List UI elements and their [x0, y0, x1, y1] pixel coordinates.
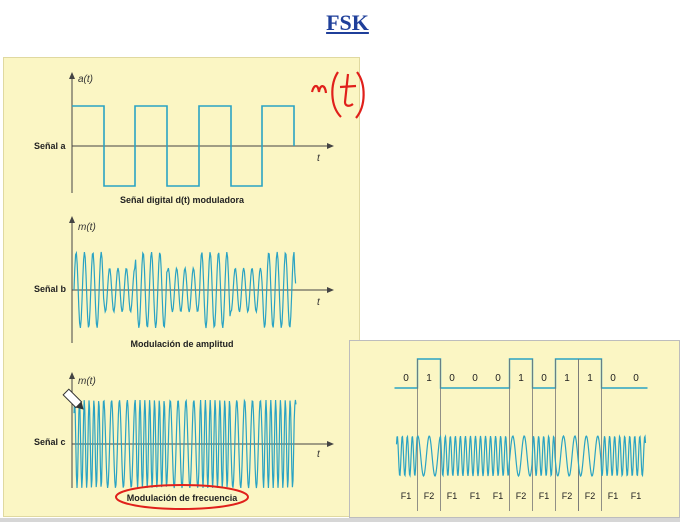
signal-c-x-label: t [317, 449, 321, 460]
frequency-label: F1 [631, 491, 642, 501]
frequency-label: F1 [539, 491, 550, 501]
signal-c-y-label: m(t) [78, 376, 96, 387]
signal-c-graph: m(t) t Señal c Modulación de frecuencia [34, 372, 334, 510]
bit-value: 0 [495, 373, 501, 384]
frequency-label: F1 [608, 491, 619, 501]
bit-value: 0 [633, 373, 639, 384]
modulation-figure: a(t) t Señal a Señal digital d(t) modula… [34, 72, 334, 510]
bit-divider-lines [417, 359, 602, 511]
annotation-t-cross [339, 84, 357, 89]
annotation-t-stroke [343, 73, 354, 107]
bit-row: 0 1 0 0 0 1 0 1 1 0 0 [403, 373, 639, 384]
frequency-label: F2 [562, 491, 573, 501]
bit-value: 1 [587, 373, 593, 384]
frequency-label: F1 [493, 491, 504, 501]
signal-a-caption: Señal digital d(t) moduladora [120, 195, 245, 205]
frequency-label: F2 [424, 491, 435, 501]
signal-b-caption: Modulación de amplitud [131, 339, 234, 349]
signal-a-x-arrow [327, 143, 334, 149]
signal-c-y-arrow [69, 372, 75, 379]
signal-b-y-label: m(t) [78, 222, 96, 233]
bit-value: 0 [610, 373, 616, 384]
fsk-example-figure: 0 1 0 0 0 1 0 1 1 0 0 F1 F2 F1 F1 F1 F2 F1 F2 F2 F1 F1 [394, 358, 648, 511]
bit-value: 0 [403, 373, 409, 384]
frequency-label: F1 [470, 491, 481, 501]
frequency-row: F1 F2 F1 F1 F1 F2 F1 F2 F2 F1 F1 [401, 491, 642, 501]
page-title: FSK [326, 10, 369, 35]
frequency-label: F1 [401, 491, 412, 501]
annotation-open-paren [331, 71, 342, 118]
bottom-divider [0, 518, 680, 522]
frequency-label: F2 [516, 491, 527, 501]
annotation-close-paren [355, 71, 365, 119]
signal-a-y-arrow [69, 72, 75, 79]
bit-value: 0 [541, 373, 547, 384]
signal-b-x-arrow [327, 287, 334, 293]
signal-c-x-arrow [327, 441, 334, 447]
bit-value: 1 [518, 373, 524, 384]
fsk-example-panel: 0 1 0 0 0 1 0 1 1 0 0 F1 F2 F1 F1 F1 F2 F1 F2 F2 F1 F1 [349, 340, 680, 518]
bit-value: 0 [472, 373, 478, 384]
signal-b-row-label: Señal b [34, 284, 67, 294]
signal-a-graph: a(t) t Señal a Señal digital d(t) modula… [34, 72, 334, 205]
bit-value: 1 [564, 373, 570, 384]
bit-value: 0 [449, 373, 455, 384]
signal-a-y-label: a(t) [78, 74, 93, 85]
frequency-label: F1 [447, 491, 458, 501]
signal-c-caption: Modulación de frecuencia [127, 493, 239, 503]
signal-c-row-label: Señal c [34, 437, 66, 447]
signal-b-graph: m(t) t Señal b Modulación de amplitud [34, 216, 334, 349]
fsk-waveform [395, 434, 647, 478]
handwritten-annotation [310, 71, 365, 119]
signal-a-x-label: t [317, 153, 321, 164]
bit-value: 1 [426, 373, 432, 384]
frequency-label: F2 [585, 491, 596, 501]
modulation-figure-panel: a(t) t Señal a Señal digital d(t) modula… [3, 57, 360, 517]
signal-b-y-arrow [69, 216, 75, 223]
annotation-m-stroke [310, 84, 328, 94]
signal-a-row-label: Señal a [34, 141, 67, 151]
signal-b-x-label: t [317, 297, 321, 308]
